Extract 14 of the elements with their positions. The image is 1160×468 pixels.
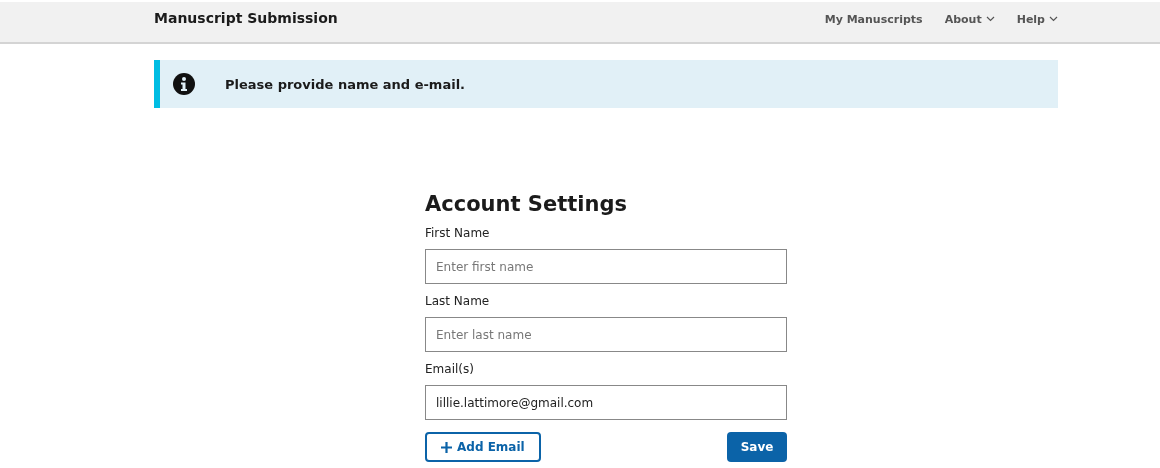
input-field[interactable]: lillie.lattimore@gmail.com [425,385,787,420]
field-label: First Name [425,226,491,240]
nav-dropdown[interactable]: Help [1016,12,1058,26]
nav-link[interactable]: My Manuscripts [824,12,923,26]
field-label: Email(s) [425,362,475,376]
add-email-button[interactable]: Add Email [425,432,541,462]
input-field[interactable]: Enter first name [425,249,787,284]
field-label: Last Name [425,294,491,308]
nav-dropdown[interactable]: About [944,12,995,26]
alert-message: Please provide name and e-mail. [225,76,466,92]
site-title: Manuscript Submission [154,10,338,26]
save-button[interactable]: Save [727,432,787,462]
input-field[interactable]: Enter last name [425,317,787,352]
form-title: Account Settings [425,192,628,216]
